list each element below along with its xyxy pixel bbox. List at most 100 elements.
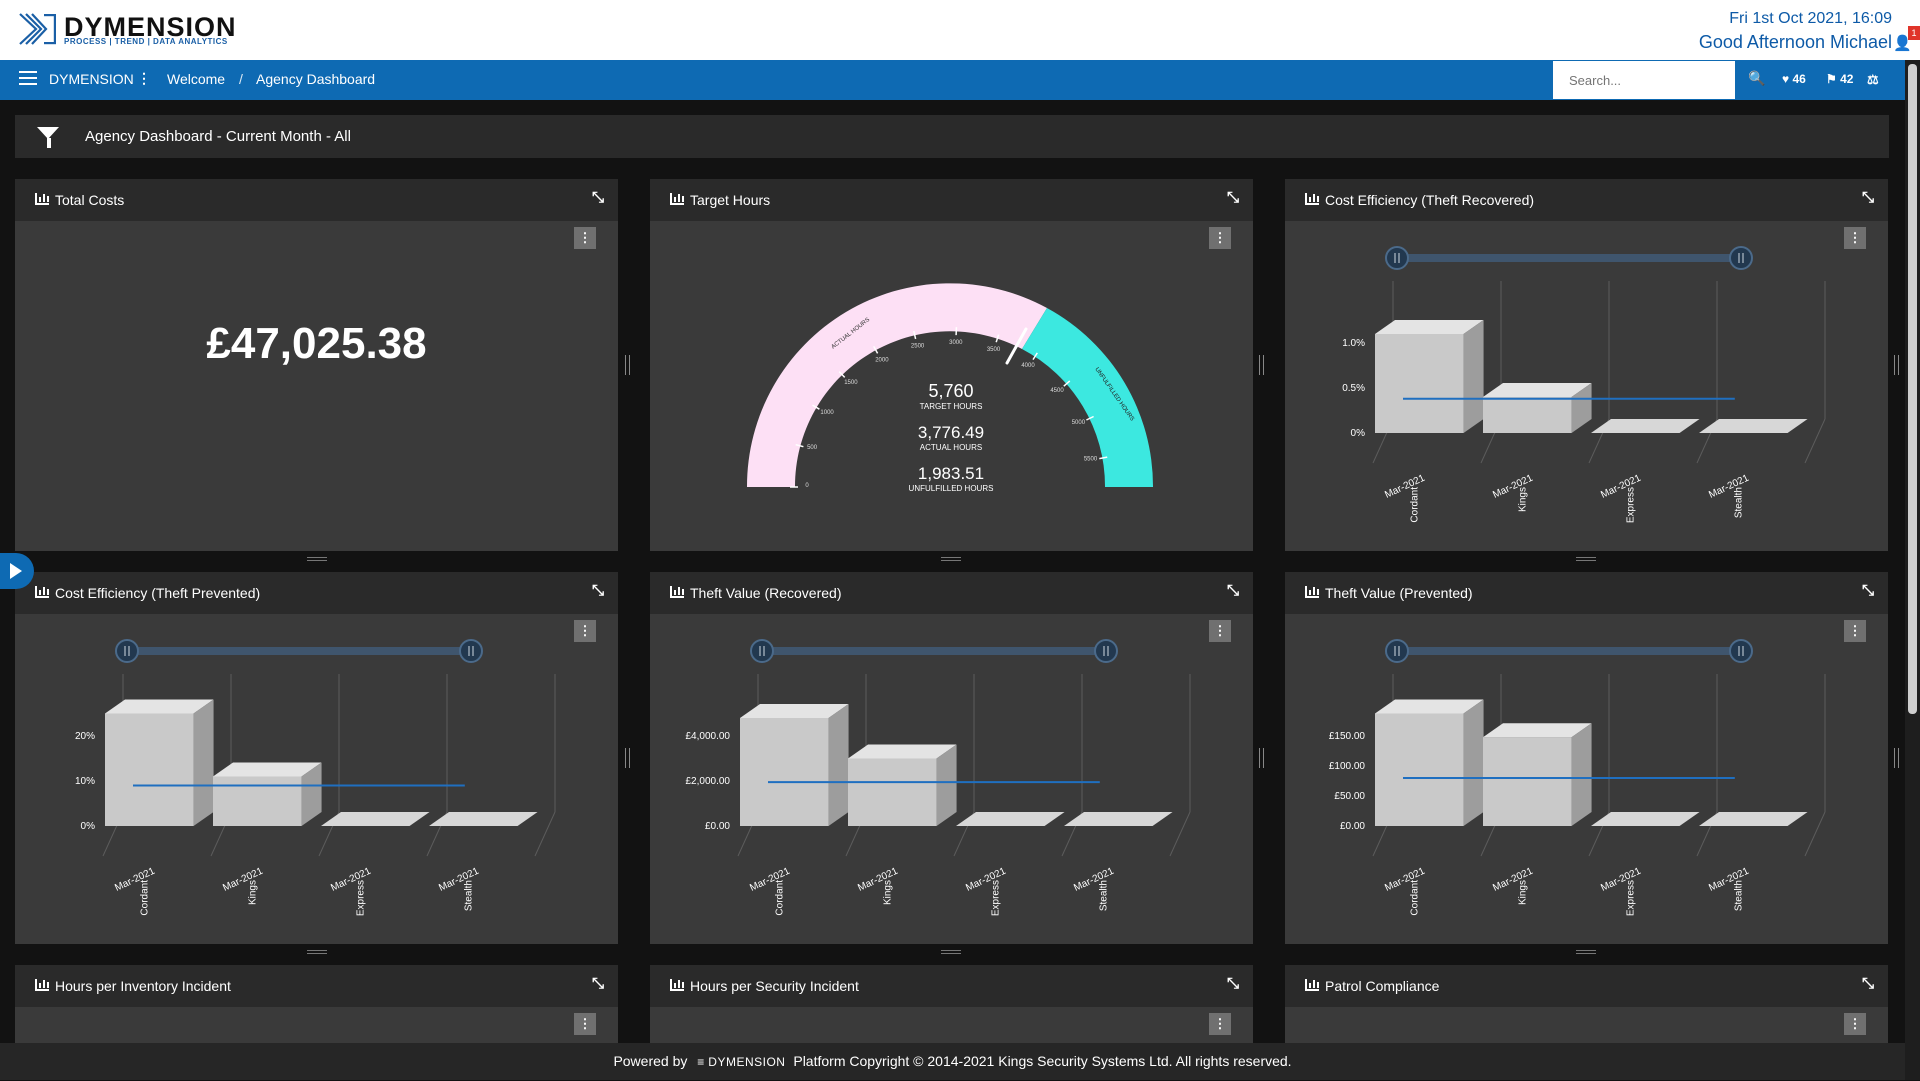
row-resize-handle[interactable] (1576, 557, 1596, 561)
page-scrollbar[interactable] (1905, 60, 1920, 1080)
bar-front (1375, 714, 1464, 827)
bar-chart-icon (1305, 193, 1319, 205)
gauge-tick-label: 4500 (1050, 388, 1064, 394)
nav-brand[interactable]: DYMENSION (49, 71, 134, 87)
row-resize-handle[interactable] (1576, 950, 1596, 954)
bar-zero (1064, 812, 1173, 826)
x-category-name: Stealth (1733, 880, 1744, 911)
bar-zero (956, 812, 1065, 826)
notification-badge[interactable]: 1 (1908, 26, 1920, 40)
panel-title: Cost Efficiency (Theft Recovered) (1325, 192, 1534, 208)
kebab-menu-icon[interactable]: ⋮ (574, 1013, 596, 1035)
column-resize-handle[interactable] (1259, 748, 1264, 768)
expand-icon[interactable]: ⤡ (592, 189, 604, 206)
x-category-name: Express (1625, 880, 1636, 916)
breadcrumb: Welcome / Agency Dashboard (167, 71, 385, 87)
bar-front (105, 714, 194, 827)
logo-tagline: PROCESS | TREND | DATA ANALYTICS (64, 37, 228, 46)
row-resize-handle[interactable] (941, 557, 961, 561)
breadcrumb-welcome[interactable]: Welcome (167, 71, 225, 87)
expand-icon[interactable]: ⤡ (1227, 975, 1239, 992)
column-resize-handle[interactable] (1259, 355, 1264, 375)
x-category-date: Mar-2021 (437, 866, 481, 894)
x-category-date: Mar-2021 (1072, 866, 1116, 894)
range-slider-handle (1730, 640, 1752, 662)
bar-front (1483, 397, 1572, 433)
range-slider-handle (1730, 247, 1752, 269)
balance-scale-icon[interactable]: ⚖ (1867, 72, 1879, 88)
bar-zero (429, 812, 538, 826)
range-slider-track (127, 647, 471, 655)
panel-title: Theft Value (Prevented) (1325, 585, 1473, 601)
range-slider-handle (460, 640, 482, 662)
x-category-name: Cordant (139, 880, 150, 916)
tags-count[interactable]: ⚑ 42 (1826, 72, 1853, 86)
expand-icon[interactable]: ⤡ (1227, 189, 1239, 206)
bar-chart-icon (670, 193, 684, 205)
bar-zero (1699, 812, 1808, 826)
kebab-menu-icon[interactable]: ⋮ (1844, 1013, 1866, 1035)
panel-title: Theft Value (Recovered) (690, 585, 841, 601)
breadcrumb-agency-dashboard[interactable]: Agency Dashboard (256, 71, 375, 87)
range-slider-handle (1386, 247, 1408, 269)
footer-brand: DYMENSION (708, 1055, 785, 1069)
x-category-name: Express (355, 880, 366, 916)
datetime: Fri 1st Oct 2021, 16:09 (1699, 10, 1892, 28)
gauge-tick-label: 2500 (911, 344, 925, 350)
expand-icon[interactable]: ⤡ (592, 975, 604, 992)
bar-chart-icon (35, 586, 49, 598)
gauge-unfulfilled-value: 1,983.51 (918, 464, 984, 483)
kebab-menu-icon[interactable]: ⋮ (1209, 1013, 1231, 1035)
y-tick-label: £100.00 (1329, 761, 1366, 772)
column-resize-handle[interactable] (625, 355, 630, 375)
more-vertical-icon[interactable]: ⋮ (137, 70, 151, 87)
bar-zero (321, 812, 430, 826)
row-resize-handle[interactable] (941, 950, 961, 954)
range-slider-handle (1386, 640, 1408, 662)
bar-side (937, 745, 957, 827)
theft-value-prevented-chart: £0.00£50.00£100.00£150.00Mar-2021Cordant… (1285, 614, 1888, 944)
column-resize-handle[interactable] (1894, 748, 1899, 768)
greeting-block: Fri 1st Oct 2021, 16:09 Good Afternoon M… (1699, 10, 1892, 53)
search-input[interactable] (1553, 61, 1735, 99)
logo-mark-icon (18, 10, 58, 48)
x-category-date: Mar-2021 (329, 866, 373, 894)
gauge-tick-label: 500 (807, 445, 818, 451)
x-category-name: Cordant (1409, 880, 1420, 916)
bar-zero (1591, 419, 1700, 433)
column-resize-handle[interactable] (1894, 355, 1899, 375)
search-icon[interactable]: 🔍 (1748, 70, 1765, 87)
panel-title: Hours per Security Incident (690, 978, 859, 994)
footer-powered: Powered by (613, 1053, 687, 1069)
expand-icon[interactable]: ⤡ (1862, 975, 1874, 992)
panel-theft-value-recovered: Theft Value (Recovered) ⤡ ⋮ £0.00£2,000.… (650, 572, 1253, 944)
row-resize-handle[interactable] (307, 950, 327, 954)
panel-hours-inventory: Hours per Inventory Incident ⤡ ⋮ (15, 965, 618, 1045)
total-costs-value: £47,025.38 (15, 319, 618, 369)
x-category-name: Stealth (1733, 487, 1744, 518)
panel-title: Total Costs (55, 192, 124, 208)
kebab-menu-icon[interactable]: ⋮ (574, 227, 596, 249)
favourites-count[interactable]: ♥ 46 (1782, 72, 1806, 86)
range-slider-track (1397, 254, 1741, 262)
nav-bar: DYMENSION ⋮ Welcome / Agency Dashboard 🔍… (0, 60, 1905, 100)
panel-header: Total Costs ⤡ (15, 179, 618, 221)
heart-icon: ♥ (1782, 72, 1789, 86)
bar-side (829, 704, 849, 826)
hamburger-menu-icon[interactable] (19, 71, 37, 87)
expand-icon[interactable]: ⤡ (1862, 189, 1874, 206)
x-category-date: Mar-2021 (221, 866, 265, 894)
x-category-date: Mar-2021 (1599, 473, 1643, 501)
expand-icon[interactable]: ⤡ (592, 582, 604, 599)
x-category-name: Kings (1517, 880, 1528, 905)
x-category-date: Mar-2021 (1383, 473, 1427, 501)
scrollbar-thumb[interactable] (1908, 64, 1917, 714)
row-resize-handle[interactable] (307, 557, 327, 561)
bar-front (1483, 737, 1572, 826)
column-resize-handle[interactable] (625, 748, 630, 768)
y-tick-label: £4,000.00 (686, 731, 731, 742)
panel-header: Hours per Inventory Incident ⤡ (15, 965, 618, 1007)
dymension-logo[interactable]: DYMENSION PROCESS | TREND | DATA ANALYTI… (18, 10, 228, 50)
expand-icon[interactable]: ⤡ (1227, 582, 1239, 599)
expand-icon[interactable]: ⤡ (1862, 582, 1874, 599)
